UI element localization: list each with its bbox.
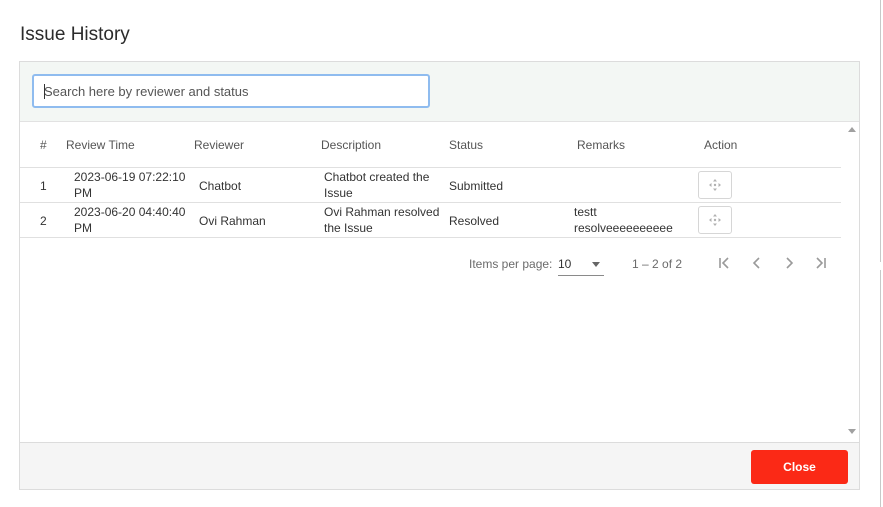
table-row: 2 2023-06-20 04:40:40 PM Ovi Rahman Ovi …: [20, 203, 841, 238]
chevron-left-icon: [752, 257, 760, 269]
history-table: # Review Time Reviewer Description Statu…: [20, 122, 846, 442]
column-header-action: Action: [704, 138, 738, 152]
review-time: 2023-06-19 07:22:10 PM: [74, 169, 185, 201]
first-page-button[interactable]: [714, 252, 736, 274]
row-action-button[interactable]: [698, 171, 732, 199]
move-icon: [709, 214, 721, 226]
row-index: 2: [40, 214, 47, 228]
dialog-footer: Close: [20, 442, 859, 489]
column-header-review-time: Review Time: [66, 138, 135, 152]
description-line1: Ovi Rahman resolved: [324, 205, 440, 219]
chevron-down-icon: [592, 262, 600, 267]
table-row: 1 2023-06-19 07:22:10 PM Chatbot Chatbot…: [20, 168, 841, 203]
scroll-down-icon[interactable]: [848, 429, 856, 434]
status: Submitted: [449, 179, 504, 193]
text-caret: [44, 84, 45, 99]
page-range-label: 1 – 2 of 2: [632, 257, 683, 271]
reviewer: Ovi Rahman: [199, 214, 266, 228]
previous-page-button[interactable]: [746, 252, 768, 274]
table-header-row: # Review Time Reviewer Description Statu…: [20, 122, 841, 168]
column-header-reviewer: Reviewer: [194, 138, 245, 152]
row-action-button[interactable]: [698, 206, 732, 234]
review-time-line2: PM: [74, 221, 92, 235]
dialog-title: Issue History: [20, 24, 130, 45]
review-time-line1: 2023-06-19 07:22:10: [74, 170, 186, 184]
remarks-line2: resolveeeeeeeeee: [574, 221, 673, 235]
description-line2: Issue: [324, 186, 353, 200]
description-line2: the Issue: [324, 221, 373, 235]
issue-history-panel: # Review Time Reviewer Description Statu…: [19, 61, 860, 490]
search-bar: [20, 62, 859, 122]
paginator: Items per page: 10 1 – 2 of 2: [20, 248, 841, 278]
scroll-up-icon[interactable]: [848, 127, 856, 132]
remarks: testt resolveeeeeeeeee: [574, 204, 673, 236]
reviewer: Chatbot: [199, 179, 242, 193]
column-header-remarks: Remarks: [577, 138, 626, 152]
last-page-icon: [816, 257, 826, 269]
close-button[interactable]: Close: [751, 450, 848, 484]
review-time-line1: 2023-06-20 04:40:40: [74, 205, 186, 219]
window-edge-gap: [878, 262, 883, 270]
description-line1: Chatbot created the: [324, 170, 430, 184]
first-page-icon: [719, 257, 729, 269]
move-icon: [709, 179, 721, 191]
items-per-page-label: Items per page:: [469, 257, 553, 271]
vertical-scrollbar[interactable]: [845, 122, 859, 442]
description: Chatbot created the Issue: [324, 169, 429, 201]
last-page-button[interactable]: [809, 252, 831, 274]
next-page-button[interactable]: [778, 252, 800, 274]
review-time: 2023-06-20 04:40:40 PM: [74, 204, 185, 236]
search-input[interactable]: [32, 74, 430, 108]
chevron-right-icon: [786, 257, 794, 269]
column-header-index: #: [40, 138, 47, 152]
remarks-line1: testt: [574, 205, 597, 219]
description: Ovi Rahman resolved the Issue: [324, 204, 439, 236]
review-time-line2: PM: [74, 186, 92, 200]
column-header-status: Status: [449, 138, 484, 152]
row-index: 1: [40, 179, 47, 193]
page-size-value: 10: [558, 257, 572, 271]
page-size-select[interactable]: 10: [558, 250, 604, 276]
status: Resolved: [449, 214, 500, 228]
window-edge: [880, 0, 881, 507]
column-header-description: Description: [321, 138, 382, 152]
